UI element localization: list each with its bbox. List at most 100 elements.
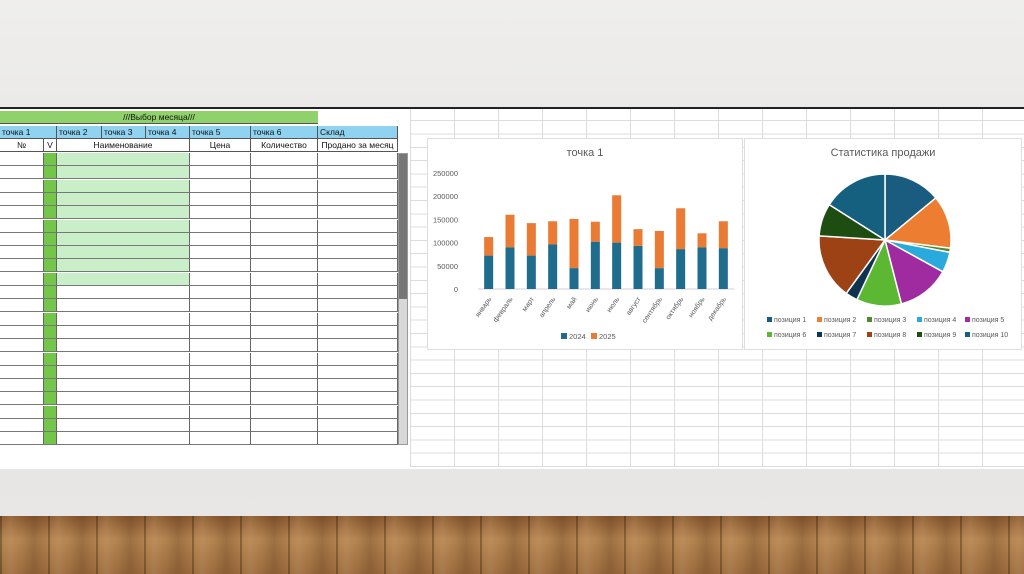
cell-sold[interactable] xyxy=(318,206,398,220)
cell-name[interactable] xyxy=(57,259,190,273)
cell-v[interactable] xyxy=(44,246,57,260)
cell-number[interactable] xyxy=(0,153,44,166)
cell-quantity[interactable] xyxy=(251,206,318,220)
cell-v[interactable] xyxy=(44,312,57,326)
cell-price[interactable] xyxy=(190,312,251,326)
cell-number[interactable] xyxy=(0,379,44,393)
cell-name[interactable] xyxy=(57,339,190,353)
point-tab-3[interactable]: точка 3 xyxy=(102,126,146,139)
cell-sold[interactable] xyxy=(318,432,398,446)
cell-number[interactable] xyxy=(0,419,44,432)
cell-quantity[interactable] xyxy=(251,179,318,193)
cell-v[interactable] xyxy=(44,192,57,206)
cell-price[interactable] xyxy=(190,192,251,206)
cell-v[interactable] xyxy=(44,365,57,379)
cell-quantity[interactable] xyxy=(251,352,318,366)
cell-quantity[interactable] xyxy=(251,153,318,166)
cell-number[interactable] xyxy=(0,299,44,313)
cell-sold[interactable] xyxy=(318,339,398,353)
vertical-scrollbar[interactable] xyxy=(398,153,408,445)
cell-sold[interactable] xyxy=(318,299,398,313)
cell-v[interactable] xyxy=(44,325,57,339)
cell-price[interactable] xyxy=(190,325,251,339)
cell-name[interactable] xyxy=(57,192,190,206)
point-tab-4[interactable]: точка 4 xyxy=(146,126,190,139)
cell-quantity[interactable] xyxy=(251,365,318,379)
cell-name[interactable] xyxy=(57,179,190,193)
cell-sold[interactable] xyxy=(318,192,398,206)
cell-sold[interactable] xyxy=(318,405,398,419)
cell-quantity[interactable] xyxy=(251,405,318,419)
cell-v[interactable] xyxy=(44,206,57,220)
cell-v[interactable] xyxy=(44,352,57,366)
cell-sold[interactable] xyxy=(318,272,398,286)
cell-price[interactable] xyxy=(190,166,251,180)
cell-number[interactable] xyxy=(0,365,44,379)
cell-quantity[interactable] xyxy=(251,325,318,339)
cell-v[interactable] xyxy=(44,286,57,299)
cell-quantity[interactable] xyxy=(251,419,318,432)
cell-sold[interactable] xyxy=(318,166,398,180)
cell-number[interactable] xyxy=(0,405,44,419)
cell-sold[interactable] xyxy=(318,286,398,299)
cell-v[interactable] xyxy=(44,179,57,193)
cell-sold[interactable] xyxy=(318,153,398,166)
cell-quantity[interactable] xyxy=(251,219,318,233)
cell-price[interactable] xyxy=(190,206,251,220)
cell-v[interactable] xyxy=(44,339,57,353)
cell-number[interactable] xyxy=(0,392,44,406)
cell-name[interactable] xyxy=(57,232,190,246)
cell-quantity[interactable] xyxy=(251,379,318,393)
cell-name[interactable] xyxy=(57,352,190,366)
scrollbar-thumb[interactable] xyxy=(399,154,407,299)
cell-v[interactable] xyxy=(44,299,57,313)
cell-price[interactable] xyxy=(190,379,251,393)
cell-name[interactable] xyxy=(57,166,190,180)
cell-v[interactable] xyxy=(44,392,57,406)
cell-quantity[interactable] xyxy=(251,272,318,286)
cell-number[interactable] xyxy=(0,206,44,220)
cell-number[interactable] xyxy=(0,192,44,206)
cell-price[interactable] xyxy=(190,232,251,246)
cell-price[interactable] xyxy=(190,405,251,419)
point-tab-2[interactable]: точка 2 xyxy=(57,126,102,139)
cell-quantity[interactable] xyxy=(251,299,318,313)
cell-number[interactable] xyxy=(0,432,44,446)
cell-quantity[interactable] xyxy=(251,339,318,353)
point-tab-6[interactable]: точка 6 xyxy=(251,126,318,139)
cell-sold[interactable] xyxy=(318,352,398,366)
point-tab-5[interactable]: точка 5 xyxy=(190,126,251,139)
cell-quantity[interactable] xyxy=(251,232,318,246)
cell-sold[interactable] xyxy=(318,419,398,432)
cell-sold[interactable] xyxy=(318,379,398,393)
cell-name[interactable] xyxy=(57,206,190,220)
cell-name[interactable] xyxy=(57,219,190,233)
cell-number[interactable] xyxy=(0,312,44,326)
point-tab-7[interactable]: Склад xyxy=(318,126,398,139)
cell-name[interactable] xyxy=(57,272,190,286)
cell-sold[interactable] xyxy=(318,219,398,233)
cell-name[interactable] xyxy=(57,365,190,379)
cell-number[interactable] xyxy=(0,219,44,233)
cell-number[interactable] xyxy=(0,259,44,273)
cell-price[interactable] xyxy=(190,153,251,166)
cell-name[interactable] xyxy=(57,312,190,326)
cell-sold[interactable] xyxy=(318,312,398,326)
cell-v[interactable] xyxy=(44,166,57,180)
cell-number[interactable] xyxy=(0,339,44,353)
cell-sold[interactable] xyxy=(318,232,398,246)
cell-price[interactable] xyxy=(190,286,251,299)
cell-number[interactable] xyxy=(0,286,44,299)
cell-number[interactable] xyxy=(0,246,44,260)
cell-price[interactable] xyxy=(190,219,251,233)
cell-v[interactable] xyxy=(44,232,57,246)
cell-name[interactable] xyxy=(57,392,190,406)
cell-price[interactable] xyxy=(190,365,251,379)
cell-name[interactable] xyxy=(57,419,190,432)
cell-sold[interactable] xyxy=(318,365,398,379)
cell-name[interactable] xyxy=(57,325,190,339)
cell-v[interactable] xyxy=(44,379,57,393)
cell-number[interactable] xyxy=(0,166,44,180)
cell-name[interactable] xyxy=(57,432,190,446)
cell-price[interactable] xyxy=(190,339,251,353)
